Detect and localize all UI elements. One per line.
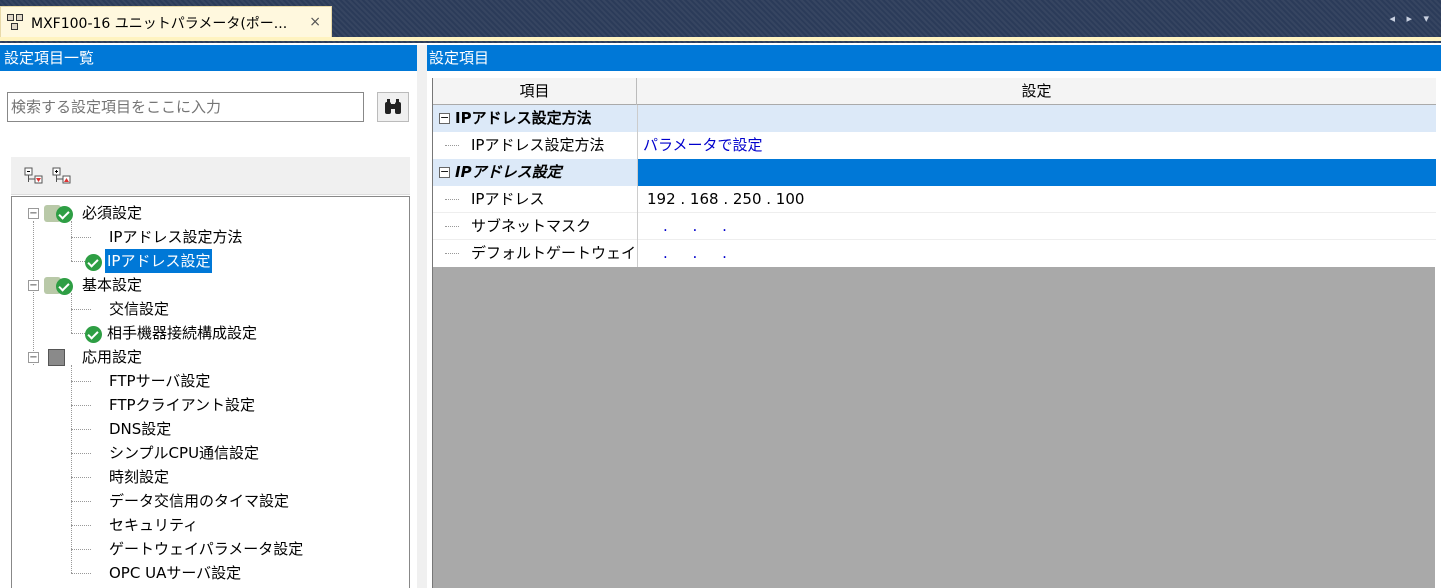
group-row-ip[interactable]: − IPアドレス設定 <box>433 159 1436 186</box>
tree-node-ouyou-item[interactable]: OPC UAサーバ設定 <box>12 561 409 585</box>
tree-connector <box>71 381 91 382</box>
tree-node-ouyou-item[interactable]: シンプルCPU通信設定 <box>12 441 409 465</box>
tree-node-hissu-ip[interactable]: IPアドレス設定 <box>12 249 409 273</box>
group-selected-cell[interactable] <box>637 159 1436 186</box>
tree-node-label: IPアドレス設定方法 <box>109 228 243 246</box>
check-icon <box>56 278 73 295</box>
binoculars-icon <box>385 99 401 114</box>
tab-underline <box>0 37 1441 41</box>
tree-connector <box>71 309 91 310</box>
tree-node-label: OPC UAサーバ設定 <box>109 564 242 582</box>
tree-connector <box>71 405 91 406</box>
tree-node-hissu-ip-method[interactable]: IPアドレス設定方法 <box>12 225 409 249</box>
tree-connector <box>71 237 91 238</box>
check-icon <box>56 206 73 223</box>
document-tab[interactable]: MXF100-16 ユニットパラメータ(ポー... × <box>0 6 332 38</box>
check-icon <box>85 254 102 271</box>
tree-connector <box>71 477 91 478</box>
group-label: IPアドレス設定方法 <box>455 109 592 127</box>
folder-icon <box>48 349 65 366</box>
collapse-icon[interactable]: − <box>28 208 39 219</box>
tab-title: MXF100-16 ユニットパラメータ(ポー... <box>31 15 288 32</box>
tree-node-ouyou-item[interactable]: ゲートウェイパラメータ設定 <box>12 537 409 561</box>
column-divider <box>637 105 638 267</box>
tree-node-label: 必須設定 <box>82 204 143 222</box>
tree-node-label: セキュリティ <box>109 516 199 534</box>
tree-connector <box>71 261 85 262</box>
tab-scroll-arrows-icon[interactable]: ◂ ▸ ▾ <box>1389 12 1433 25</box>
close-tab-icon[interactable]: × <box>309 14 321 30</box>
column-header-item[interactable]: 項目 <box>433 78 637 105</box>
tree-connector <box>71 501 91 502</box>
tree-node-kihon[interactable]: − 基本設定 <box>12 273 409 297</box>
grid-row-subnet[interactable]: サブネットマスク . . . <box>433 213 1436 240</box>
tree-node-ouyou-item[interactable]: 時刻設定 <box>12 465 409 489</box>
tree-node-ouyou-item[interactable]: DNS設定 <box>12 417 409 441</box>
tree-connector <box>71 573 91 574</box>
tree-node-label: DNS設定 <box>109 420 172 438</box>
collapse-icon[interactable]: − <box>28 352 39 363</box>
tree-node-hissu[interactable]: − 必須設定 <box>12 201 409 225</box>
unit-parameter-icon <box>7 13 27 32</box>
row-label: サブネットマスク <box>471 217 592 235</box>
item-list-header: 設定項目一覧 <box>0 45 417 71</box>
tree-node-label: FTPサーバ設定 <box>109 372 211 390</box>
tree-connector <box>71 525 91 526</box>
settings-grid: 項目 設定 − IPアドレス設定方法 IPアドレス設定方法 パラメータで設定 −… <box>432 78 1436 588</box>
tree-toolbar <box>11 157 410 195</box>
row-value[interactable]: . . . <box>663 213 737 240</box>
grid-row-ip[interactable]: IPアドレス 192 . 168 . 250 . 100 <box>433 186 1436 213</box>
tree-connector <box>445 199 459 200</box>
tree-node-ouyou[interactable]: − 応用設定 <box>12 345 409 369</box>
collapse-icon[interactable]: − <box>439 166 450 178</box>
tree-node-kihon-aite[interactable]: 相手機器接続構成設定 <box>12 321 409 345</box>
expand-all-icon[interactable] <box>24 167 44 185</box>
row-label: IPアドレス設定方法 <box>471 136 605 154</box>
tree-node-label: ゲートウェイパラメータ設定 <box>109 540 304 558</box>
settings-tree: − 必須設定 IPアドレス設定方法 IPアドレス設定 − 基本設定 交信設定 相… <box>11 196 410 588</box>
collapse-all-icon[interactable] <box>52 167 72 185</box>
tree-node-ouyou-item[interactable]: データ交信用のタイマ設定 <box>12 489 409 513</box>
tree-node-ouyou-item[interactable]: セキュリティ <box>12 513 409 537</box>
document-tab-strip: MXF100-16 ユニットパラメータ(ポー... × ◂ ▸ ▾ <box>0 0 1441 43</box>
setting-items-header: 設定項目 <box>427 45 1441 71</box>
grid-row-ip-method[interactable]: IPアドレス設定方法 パラメータで設定 <box>433 132 1436 159</box>
grid-header: 項目 設定 <box>433 78 1436 105</box>
tree-node-kihon-koushin[interactable]: 交信設定 <box>12 297 409 321</box>
row-value[interactable]: 192 . 168 . 250 . 100 <box>647 186 804 213</box>
tree-node-label: 交信設定 <box>109 300 170 318</box>
row-value[interactable]: パラメータで設定 <box>643 132 763 159</box>
tree-node-label: IPアドレス設定 <box>105 249 213 273</box>
search-input[interactable] <box>7 92 364 122</box>
row-label: IPアドレス <box>471 190 545 208</box>
row-label: デフォルトゲートウェイ <box>471 244 637 262</box>
collapse-icon[interactable]: − <box>28 280 39 291</box>
search-button[interactable] <box>377 92 409 122</box>
column-header-setting[interactable]: 設定 <box>637 78 1436 105</box>
group-row-ip-method[interactable]: − IPアドレス設定方法 <box>433 105 1436 132</box>
tree-node-label: シンプルCPU通信設定 <box>109 444 260 462</box>
tree-node-label: データ交信用のタイマ設定 <box>109 492 290 510</box>
collapse-icon[interactable]: − <box>439 112 450 124</box>
tree-node-label: 時刻設定 <box>109 468 170 486</box>
tree-node-label: 応用設定 <box>82 348 143 366</box>
tree-node-ouyou-item[interactable]: FTPサーバ設定 <box>12 369 409 393</box>
tree-connector <box>445 145 459 146</box>
row-value[interactable]: . . . <box>663 240 737 267</box>
check-icon <box>85 326 102 343</box>
tree-connector <box>71 453 91 454</box>
tree-connector <box>71 429 91 430</box>
tree-connector <box>71 333 85 334</box>
tree-node-label: FTPクライアント設定 <box>109 396 255 414</box>
tree-connector <box>71 549 91 550</box>
tree-node-ouyou-item[interactable]: FTPクライアント設定 <box>12 393 409 417</box>
tree-node-label: 基本設定 <box>82 276 143 294</box>
tree-connector <box>445 226 459 227</box>
pane-splitter[interactable] <box>417 45 427 588</box>
group-label: IPアドレス設定 <box>455 163 562 181</box>
tree-node-label: 相手機器接続構成設定 <box>107 324 258 342</box>
tree-connector <box>445 253 459 254</box>
grid-row-gateway[interactable]: デフォルトゲートウェイ . . . <box>433 240 1436 267</box>
